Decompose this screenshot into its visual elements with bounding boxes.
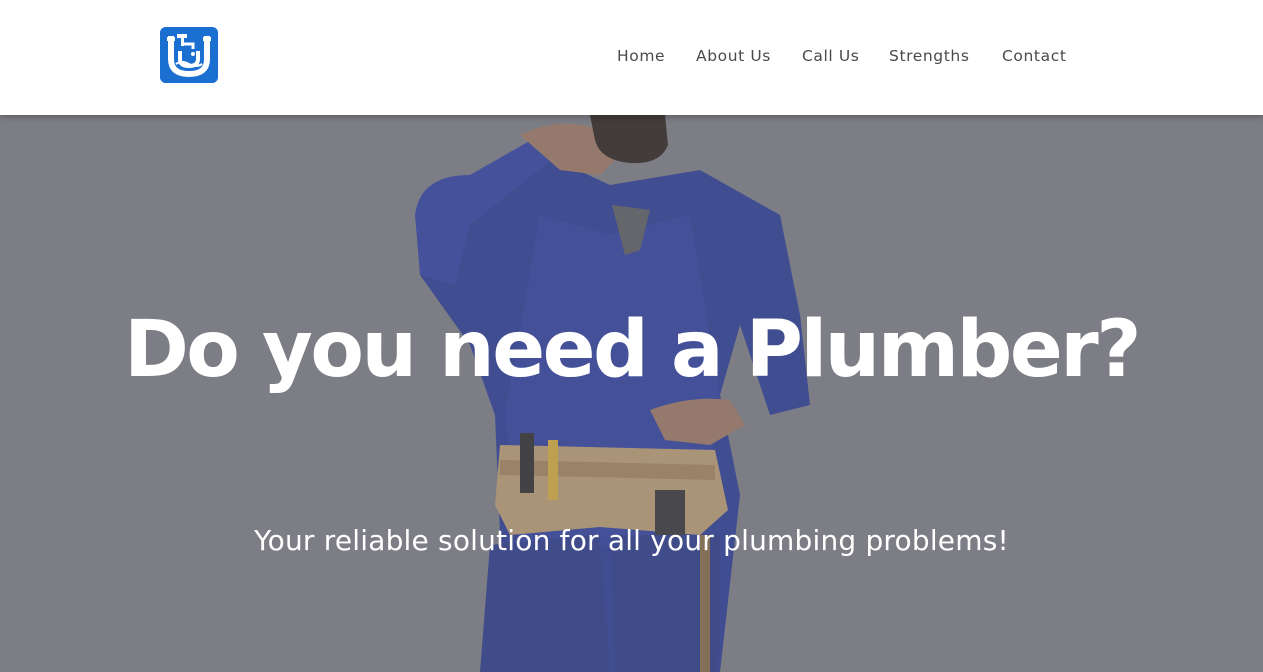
nav-contact[interactable]: Contact	[1002, 47, 1067, 65]
hero-section: Do you need a Plumber? Your reliable sol…	[0, 115, 1263, 672]
hero-title: Do you need a Plumber?	[124, 305, 1141, 395]
nav-home[interactable]: Home	[617, 47, 665, 65]
main-nav: Home About Us Call Us Strengths Contact	[0, 47, 1263, 71]
nav-about-us[interactable]: About Us	[696, 47, 771, 65]
nav-call-us[interactable]: Call Us	[802, 47, 859, 65]
hero-subtitle: Your reliable solution for all your plum…	[254, 524, 1009, 557]
site-header: Home About Us Call Us Strengths Contact	[0, 0, 1263, 115]
nav-strengths[interactable]: Strengths	[889, 47, 970, 65]
